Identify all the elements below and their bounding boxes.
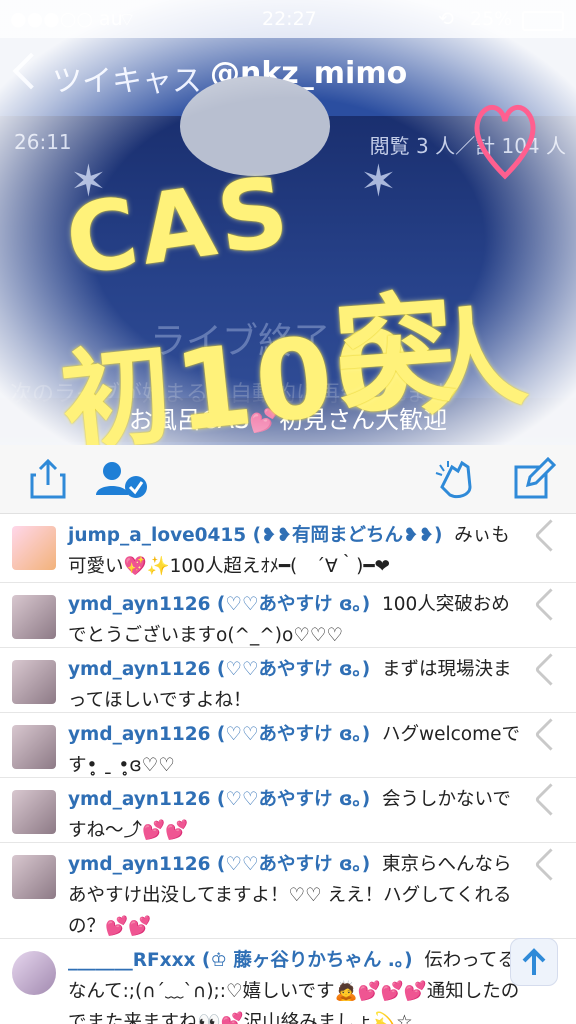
comment-body: ymd_ayn1126 (♡♡あやすけ ɞ｡) 100人突破おめでとうございます… <box>68 589 528 651</box>
comment-username[interactable]: ymd_ayn1126 (♡♡あやすけ ɞ｡) <box>68 789 370 810</box>
comment-body: ymd_ayn1126 (♡♡あやすけ ɞ｡) ハグwelcomeです•̥̥̥ … <box>68 719 528 781</box>
comment-username[interactable]: ymd_ayn1126 (♡♡あやすけ ɞ｡) <box>68 854 370 875</box>
comment-username[interactable]: jump_a_love0415 (❥❥有岡まどちん❥❥) <box>68 525 443 546</box>
avatar[interactable] <box>12 855 56 899</box>
list-item[interactable]: ymd_ayn1126 (♡♡あやすけ ɞ｡) 東京らへんならあやすけ出没してま… <box>0 843 576 939</box>
back-chevron-icon[interactable] <box>12 52 50 90</box>
overlay-text-breakthrough: 突破 <box>330 278 464 427</box>
status-bar: ●●●○○ au ⌔ 22:27 ⟲ 25% <box>0 0 576 38</box>
avatar[interactable] <box>12 790 56 834</box>
reply-icon[interactable] <box>534 718 567 751</box>
battery-percent: 25% <box>470 8 513 30</box>
avatar[interactable] <box>12 595 56 639</box>
reply-icon[interactable] <box>534 783 567 816</box>
compose-comment-icon[interactable] <box>512 457 556 501</box>
comment-username[interactable]: _______RFxxx (♔ 藤ヶ谷りかちゃん .｡) <box>68 950 413 971</box>
comment-body: ymd_ayn1126 (♡♡あやすけ ɞ｡) 会うしかないですね〜⤴💕💕 <box>68 784 528 846</box>
broadcast-timer: 26:11 <box>14 130 72 154</box>
comment-list[interactable]: jump_a_love0415 (❥❥有岡まどちん❥❥) みぃも可愛い💖✨100… <box>0 514 576 1024</box>
pink-heart-icon <box>474 104 536 180</box>
scroll-to-top-icon[interactable] <box>510 938 558 986</box>
reply-icon[interactable] <box>534 653 567 686</box>
back-button[interactable]: ツイキャス <box>52 56 202 100</box>
list-item[interactable]: ymd_ayn1126 (♡♡あやすけ ɞ｡) まずは現場決まってほしいですよね… <box>0 648 576 713</box>
follow-user-icon[interactable] <box>94 457 150 501</box>
reply-icon[interactable] <box>534 588 567 621</box>
avatar[interactable] <box>12 526 56 570</box>
wifi-icon: ⌔ <box>118 9 136 31</box>
share-icon[interactable] <box>28 457 68 501</box>
list-item[interactable]: _______RFxxx (♔ 藤ヶ谷りかちゃん .｡) 伝わってるなんて:;(… <box>0 939 576 1024</box>
action-toolbar <box>0 445 576 514</box>
list-item[interactable]: ymd_ayn1126 (♡♡あやすけ ɞ｡) ハグwelcomeです•̥̥̥ … <box>0 713 576 778</box>
list-item[interactable]: ymd_ayn1126 (♡♡あやすけ ɞ｡) 100人突破おめでとうございます… <box>0 583 576 648</box>
clap-icon[interactable] <box>432 457 480 501</box>
avatar[interactable] <box>12 725 56 769</box>
wing-decoration-right-icon: ✶ <box>360 156 397 207</box>
comment-body: ymd_ayn1126 (♡♡あやすけ ɞ｡) まずは現場決まってほしいですよね… <box>68 654 528 716</box>
reply-icon[interactable] <box>534 519 567 552</box>
comment-username[interactable]: ymd_ayn1126 (♡♡あやすけ ɞ｡) <box>68 659 370 680</box>
comment-body: ymd_ayn1126 (♡♡あやすけ ɞ｡) 東京らへんならあやすけ出没してま… <box>68 849 528 942</box>
carrier-label: ●●●○○ au <box>10 8 123 30</box>
comment-body: jump_a_love0415 (❥❥有岡まどちん❥❥) みぃも可愛い💖✨100… <box>68 520 528 582</box>
clock: 22:27 <box>262 8 317 30</box>
avatar[interactable] <box>12 660 56 704</box>
comment-username[interactable]: ymd_ayn1126 (♡♡あやすけ ɞ｡) <box>68 594 370 615</box>
reply-icon[interactable] <box>534 848 567 881</box>
avatar[interactable] <box>12 951 56 995</box>
list-item[interactable]: ymd_ayn1126 (♡♡あやすけ ɞ｡) 会うしかないですね〜⤴💕💕 <box>0 778 576 843</box>
comment-body: _______RFxxx (♔ 藤ヶ谷りかちゃん .｡) 伝わってるなんて:;(… <box>68 945 528 1024</box>
orientation-lock-icon: ⟲ <box>438 8 454 30</box>
broadcast-area: ●●●○○ au ⌔ 22:27 ⟲ 25% ツイキャス @nkz_mimo 2… <box>0 0 576 445</box>
list-item[interactable]: jump_a_love0415 (❥❥有岡まどちん❥❥) みぃも可愛い💖✨100… <box>0 514 576 583</box>
battery-icon <box>522 11 564 31</box>
comment-username[interactable]: ymd_ayn1126 (♡♡あやすけ ɞ｡) <box>68 724 370 745</box>
